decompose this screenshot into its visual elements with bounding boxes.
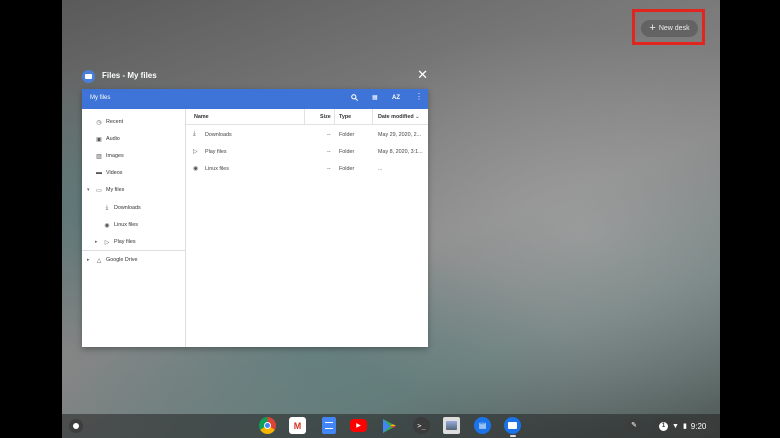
terminal-app-icon[interactable]: >_ xyxy=(413,417,430,434)
sidebar-item-audio[interactable]: ▣ Audio xyxy=(94,133,120,145)
status-tray[interactable]: 1 ▼ ▮ 9:20 xyxy=(653,418,715,434)
table-row[interactable]: ⤓ Downloads -- Folder May 29, 2020, 2... xyxy=(186,127,428,144)
screencast-app-icon[interactable] xyxy=(443,417,460,434)
sidebar-item-label: Audio xyxy=(106,136,120,142)
sidebar-item-google-drive[interactable]: ▸ △ Google Drive xyxy=(87,254,137,266)
shelf: M ▶ >_ ▤ ✎ 1 ▼ ▮ 9:20 xyxy=(62,414,720,438)
messages-app-icon[interactable]: ▤ xyxy=(474,417,491,434)
sidebar-item-play-files[interactable]: ▸ ▷ Play files xyxy=(95,236,136,248)
chrome-app-icon[interactable] xyxy=(259,417,276,434)
sidebar: ◷ Recent ▣ Audio ▨ Images ▬ Videos ▾ ▭ M… xyxy=(82,109,186,347)
notification-count-badge: 1 xyxy=(659,421,668,431)
column-header-size[interactable]: Size xyxy=(320,114,331,120)
file-list: Name Size Type Date modified ⌄ ⤓ Downloa… xyxy=(186,109,428,347)
sidebar-item-label: Videos xyxy=(106,170,123,176)
chevron-right-icon[interactable]: ▸ xyxy=(95,239,102,245)
chevron-right-icon[interactable]: ▸ xyxy=(87,257,94,263)
search-icon[interactable] xyxy=(351,94,359,103)
file-size: -- xyxy=(327,132,331,138)
sidebar-item-videos[interactable]: ▬ Videos xyxy=(94,167,122,179)
file-date: May 8, 2020, 3:1... xyxy=(378,149,423,155)
download-icon: ⤓ xyxy=(105,204,109,211)
play-icon: ▷ xyxy=(193,149,198,155)
wifi-icon: ▼ xyxy=(672,422,679,430)
sidebar-item-linux-files[interactable]: ◉ Linux files xyxy=(102,219,138,231)
column-separator xyxy=(334,109,335,125)
launcher-button[interactable] xyxy=(69,419,83,433)
download-icon: ⤓ xyxy=(193,131,196,137)
linux-icon: ◉ xyxy=(104,222,110,229)
close-icon[interactable]: ✕ xyxy=(417,68,428,81)
stylus-icon[interactable]: ✎ xyxy=(627,419,641,433)
docs-app-icon[interactable] xyxy=(322,417,336,434)
sort-button[interactable]: AZ xyxy=(392,95,400,101)
linux-icon: ◉ xyxy=(193,166,199,172)
play-store-app-icon[interactable] xyxy=(381,417,398,434)
grid-view-icon[interactable]: ▦ xyxy=(372,95,378,101)
sidebar-item-recent[interactable]: ◷ Recent xyxy=(94,116,123,128)
sidebar-item-label: My files xyxy=(106,187,125,193)
file-type: Folder xyxy=(339,166,355,172)
sidebar-item-label: Downloads xyxy=(114,205,141,211)
chevron-down-icon[interactable]: ▾ xyxy=(87,187,94,193)
sidebar-divider xyxy=(82,250,186,251)
plus-icon: + xyxy=(649,22,656,34)
table-row[interactable]: ◉ Linux files -- Folder ... xyxy=(186,161,428,178)
youtube-app-icon[interactable]: ▶ xyxy=(350,419,367,432)
sidebar-item-label: Play files xyxy=(114,239,136,245)
files-window: My files ▦ AZ ⋮ ◷ Recent ▣ Audio ▨ Image… xyxy=(82,89,428,347)
toolbar: My files ▦ AZ ⋮ xyxy=(82,89,428,109)
sidebar-item-my-files[interactable]: ▾ ▭ My files xyxy=(87,184,124,196)
files-app-icon[interactable] xyxy=(504,417,521,434)
file-name: Downloads xyxy=(205,132,232,138)
image-icon: ▨ xyxy=(96,153,102,160)
sidebar-item-downloads[interactable]: ⤓ Downloads xyxy=(102,202,141,214)
column-header-row: Name Size Type Date modified ⌄ xyxy=(186,109,428,125)
sidebar-item-images[interactable]: ▨ Images xyxy=(94,150,124,162)
clock-icon: ◷ xyxy=(96,119,102,126)
file-type: Folder xyxy=(339,132,355,138)
file-date: May 29, 2020, 2... xyxy=(378,132,422,138)
window-header: Files - My files ✕ xyxy=(82,68,428,84)
column-header-name[interactable]: Name xyxy=(194,114,209,120)
video-icon: ▬ xyxy=(96,170,102,176)
desktop: + New desk Files - My files ✕ My files ▦… xyxy=(62,0,720,438)
file-size: -- xyxy=(327,166,331,172)
files-app-icon xyxy=(82,70,95,83)
laptop-icon: ▭ xyxy=(96,187,102,194)
play-icon: ▷ xyxy=(104,239,110,246)
file-size: -- xyxy=(327,149,331,155)
gmail-app-icon[interactable]: M xyxy=(289,417,306,434)
drive-icon: △ xyxy=(96,257,102,264)
battery-icon: ▮ xyxy=(682,423,687,430)
file-name: Linux files xyxy=(205,166,229,172)
window-title: Files - My files xyxy=(102,71,157,80)
sort-arrow-icon: ⌄ xyxy=(415,114,420,120)
active-app-indicator xyxy=(510,435,516,437)
sidebar-item-label: Images xyxy=(106,153,124,159)
file-type: Folder xyxy=(339,149,355,155)
more-icon[interactable]: ⋮ xyxy=(415,93,423,101)
table-row[interactable]: ▷ Play files -- Folder May 8, 2020, 3:1.… xyxy=(186,144,428,161)
sidebar-item-label: Recent xyxy=(106,119,124,125)
column-header-date[interactable]: Date modified xyxy=(378,114,414,120)
new-desk-button[interactable]: + New desk xyxy=(641,20,698,37)
column-separator xyxy=(372,109,373,125)
clock: 9:20 xyxy=(690,421,707,431)
sidebar-item-label: Google Drive xyxy=(106,257,138,263)
audio-icon: ▣ xyxy=(96,136,102,143)
file-date: ... xyxy=(378,166,383,172)
sidebar-item-label: Linux files xyxy=(114,222,138,228)
toolbar-title: My files xyxy=(90,95,111,101)
column-separator xyxy=(304,109,305,125)
new-desk-label: New desk xyxy=(658,25,690,32)
file-name: Play files xyxy=(205,149,227,155)
column-header-type[interactable]: Type xyxy=(339,114,351,120)
